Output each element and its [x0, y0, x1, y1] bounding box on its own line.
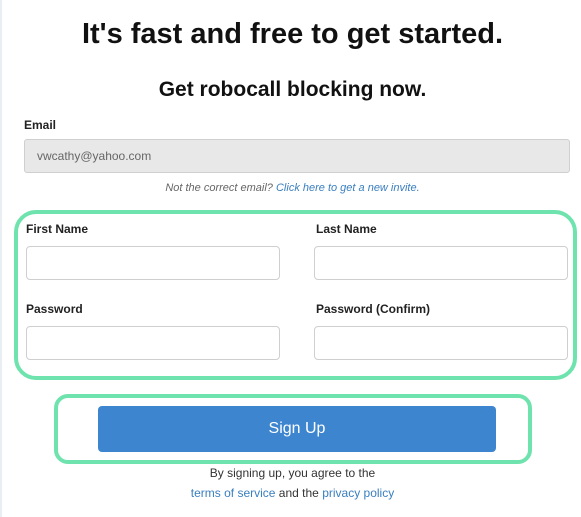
- signup-page: It's fast and free to get started. Get r…: [0, 0, 581, 517]
- privacy-policy-link[interactable]: privacy policy: [322, 486, 394, 500]
- new-invite-link[interactable]: Click here to get a new invite.: [276, 182, 420, 194]
- last-name-label: Last Name: [316, 222, 377, 236]
- email-field: vwcathy@yahoo.com: [24, 139, 570, 173]
- password-label: Password: [26, 302, 83, 316]
- sign-up-button[interactable]: Sign Up: [98, 406, 496, 452]
- agree-links-line: terms of service and the privacy policy: [2, 486, 581, 500]
- password-input[interactable]: [26, 326, 280, 360]
- first-name-label: First Name: [26, 222, 89, 236]
- email-note: Not the correct email? Click here to get…: [2, 182, 581, 194]
- page-subtitle: Get robocall blocking now.: [158, 78, 427, 101]
- agree-text: By signing up, you agree to the: [209, 466, 376, 480]
- terms-of-service-link[interactable]: terms of service: [191, 486, 276, 500]
- last-name-input[interactable]: [314, 246, 568, 280]
- and-text: and the: [278, 486, 319, 500]
- password-confirm-label: Password (Confirm): [316, 302, 431, 316]
- page-title: It's fast and free to get started.: [81, 18, 504, 50]
- password-confirm-input[interactable]: [314, 326, 568, 360]
- email-note-text: Not the correct email?: [165, 182, 273, 194]
- email-label: Email: [24, 118, 57, 132]
- first-name-input[interactable]: [26, 246, 280, 280]
